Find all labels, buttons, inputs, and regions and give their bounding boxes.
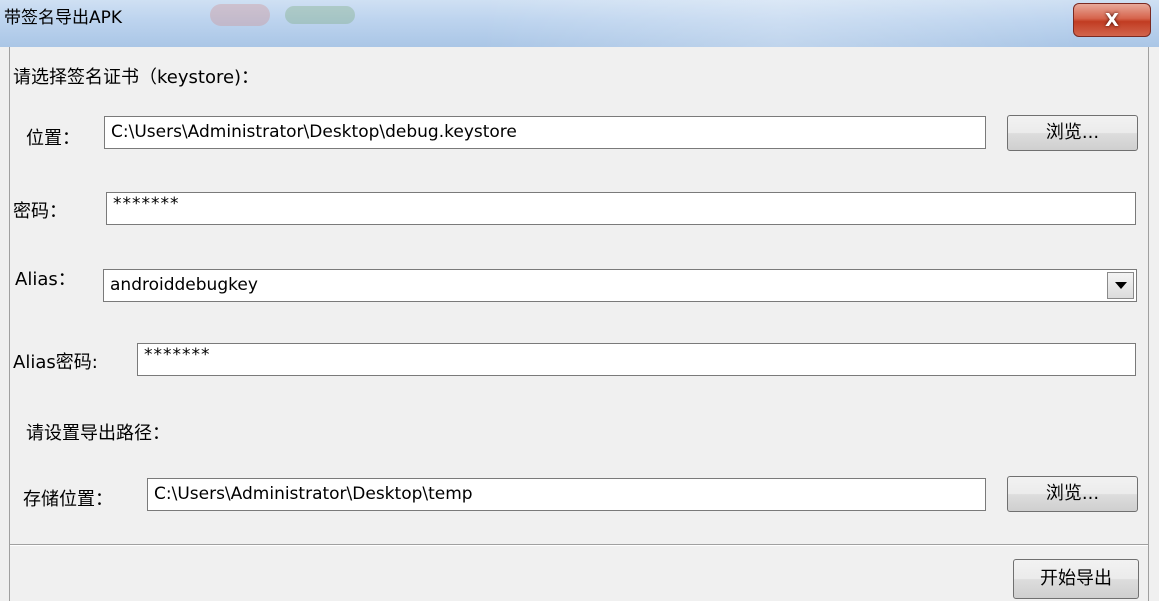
storage-label: 存储位置： <box>23 489 113 510</box>
dropdown-arrow-button[interactable] <box>1107 272 1134 299</box>
alias-select[interactable]: androiddebugkey <box>103 269 1137 302</box>
password-label: 密码： <box>13 201 67 222</box>
close-button[interactable]: X <box>1073 3 1151 37</box>
browse-keystore-button[interactable]: 浏览... <box>1007 115 1138 151</box>
divider <box>10 544 1148 546</box>
close-icon: X <box>1105 9 1119 31</box>
location-label: 位置： <box>26 128 80 149</box>
export-heading: 请设置导出路径： <box>26 423 170 444</box>
keystore-password-input[interactable]: ******* <box>106 192 1136 225</box>
browse-storage-button[interactable]: 浏览... <box>1007 476 1138 512</box>
alias-selected-value: androiddebugkey <box>110 275 258 295</box>
keystore-heading: 请选择签名证书（keystore)： <box>13 67 260 88</box>
background-blur <box>285 6 355 24</box>
alias-label: Alias： <box>15 269 76 290</box>
title-bar-glass <box>480 0 1080 47</box>
keystore-location-input[interactable]: C:\Users\Administrator\Desktop\debug.key… <box>104 116 986 149</box>
alias-password-input[interactable]: ******* <box>137 343 1136 376</box>
window-title: 带签名导出APK <box>4 8 123 28</box>
title-bar: 带签名导出APK X <box>0 0 1159 47</box>
start-export-button[interactable]: 开始导出 <box>1013 559 1139 599</box>
dialog-body: 请选择签名证书（keystore)： 位置： C:\Users\Administ… <box>9 47 1149 601</box>
chevron-down-icon <box>1114 282 1127 289</box>
storage-location-input[interactable]: C:\Users\Administrator\Desktop\temp <box>147 478 986 511</box>
background-blur <box>210 4 270 26</box>
alias-password-label: Alias密码: <box>13 352 98 373</box>
